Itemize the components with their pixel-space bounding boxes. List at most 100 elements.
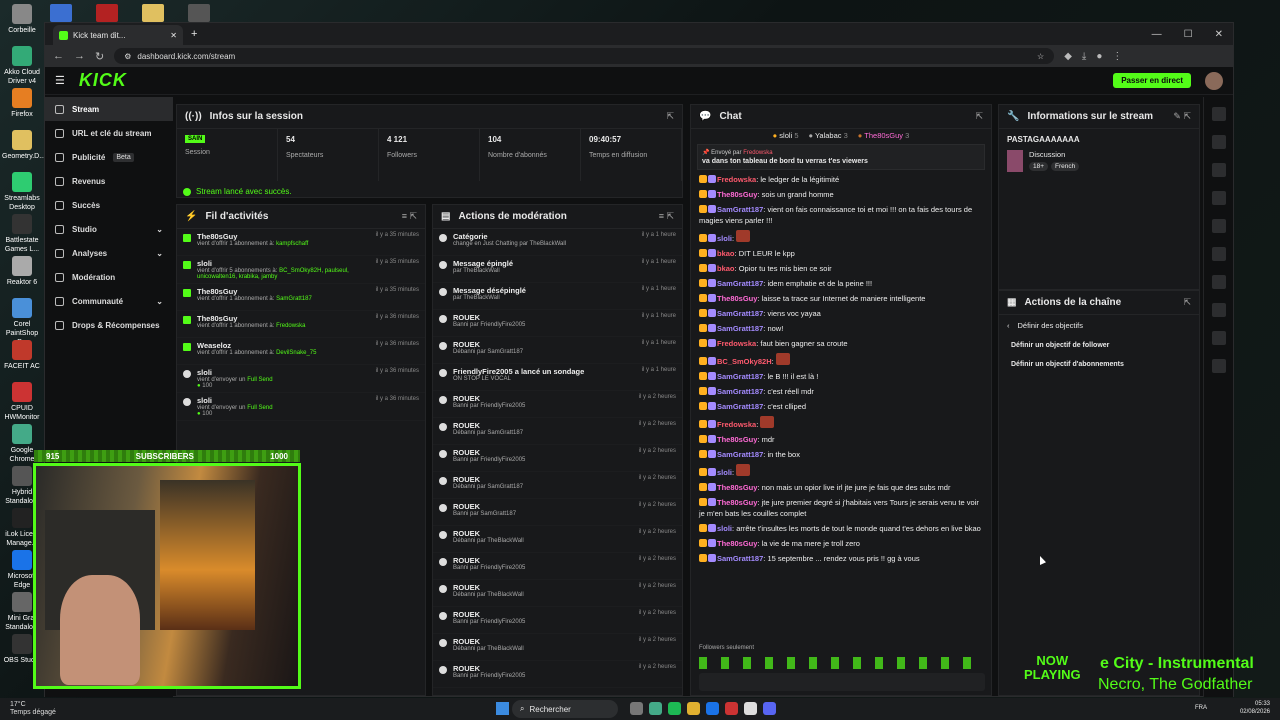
sidebar-item[interactable]: Drops & Récompenses	[45, 313, 173, 337]
activity-user[interactable]: The80sGuy	[197, 232, 308, 241]
app-icon[interactable]	[142, 4, 164, 22]
activity-target[interactable]: SamGratt187	[276, 296, 312, 302]
lightning-icon[interactable]	[1211, 191, 1226, 205]
chat-input[interactable]	[699, 673, 985, 691]
chat-username[interactable]: SamGratt187	[717, 324, 763, 333]
desktop-shortcut[interactable]: Akko Cloud Driver v4	[2, 46, 42, 86]
download-icon[interactable]: ⤓	[1082, 51, 1086, 62]
chat-username[interactable]: SamGratt187	[717, 402, 763, 411]
url-field[interactable]: ⚙ dashboard.kick.com/stream ☆	[114, 48, 1055, 64]
activity-user[interactable]: The80sGuy	[197, 314, 305, 323]
app-icon[interactable]	[96, 4, 118, 22]
discord-icon[interactable]	[763, 702, 776, 715]
sidebar-item[interactable]: Studio ⌄	[45, 217, 173, 241]
chat-username[interactable]: BC_SmOky82H	[717, 357, 772, 366]
chat-username[interactable]: The80sGuy	[717, 483, 757, 492]
activity-target[interactable]: Full Send	[247, 377, 272, 383]
desktop-shortcut[interactable]: CPUID HWMonitor	[2, 382, 42, 422]
chat-username[interactable]: The80sGuy	[717, 294, 757, 303]
sidebar-item[interactable]: Analyses ⌄	[45, 241, 173, 265]
desktop-shortcut[interactable]: Battlestate Games L...	[2, 214, 42, 254]
chat-username[interactable]: The80sGuy	[717, 190, 757, 199]
explorer-icon[interactable]	[687, 702, 700, 715]
profile-icon[interactable]: ●	[1096, 51, 1102, 62]
sidebar-item[interactable]: Stream	[45, 97, 173, 121]
set-follower-goal[interactable]: Définir un objectif de follower	[999, 336, 1199, 355]
sidebar-item[interactable]: Succès	[45, 193, 173, 217]
chat-username[interactable]: SamGratt187	[717, 372, 763, 381]
sidebar-item[interactable]: Revenus	[45, 169, 173, 193]
share-icon[interactable]	[1211, 359, 1226, 373]
sidebar-item[interactable]: Communauté ⌄	[45, 289, 173, 313]
chat-username[interactable]: SamGratt187	[717, 387, 763, 396]
grid-icon[interactable]	[1211, 303, 1226, 317]
kick-logo[interactable]: KICK	[79, 70, 127, 91]
filter-icon[interactable]: ≡ ⇱	[659, 211, 674, 222]
taskbar-search[interactable]: ⌕ Rechercher	[512, 700, 618, 718]
app-icon[interactable]	[50, 4, 72, 22]
filter-icon[interactable]: ≡ ⇱	[402, 211, 417, 222]
clock[interactable]: 05:33 02/08/2026	[1240, 700, 1270, 716]
edit-icon[interactable]	[1211, 135, 1226, 149]
avatar[interactable]	[1205, 71, 1223, 90]
broadcast-icon[interactable]	[1211, 275, 1226, 289]
chat-username[interactable]: Fredowska	[717, 339, 756, 348]
desktop-shortcut[interactable]: Streamlabs Desktop	[2, 172, 42, 212]
back-link[interactable]: ‹ Définir des objectifs	[999, 315, 1199, 336]
task-view-icon[interactable]	[630, 702, 643, 715]
activity-user[interactable]: sloli	[197, 396, 273, 405]
chat-username[interactable]: bkao	[717, 264, 735, 273]
chat-icon[interactable]	[1211, 247, 1226, 261]
activity-target[interactable]: Full Send	[247, 405, 272, 411]
edge-icon[interactable]	[706, 702, 719, 715]
close-tab-icon[interactable]: ✕	[170, 31, 177, 40]
desktop-shortcut[interactable]: Reaktor 6	[2, 256, 42, 287]
chat-username[interactable]: The80sGuy	[717, 435, 757, 444]
chat-username[interactable]: sloli	[717, 468, 732, 477]
bookmark-icon[interactable]: ☆	[1037, 52, 1044, 61]
activity-user[interactable]: The80sGuy	[197, 287, 312, 296]
menu-icon[interactable]: ⋮	[1112, 51, 1122, 62]
app-icon[interactable]	[744, 702, 757, 715]
popout-icon[interactable]: ⇱	[975, 111, 983, 122]
minimize-button[interactable]: —	[1152, 29, 1162, 40]
list-icon[interactable]	[1211, 219, 1226, 233]
chat-username[interactable]: bkao	[717, 249, 735, 258]
sidebar-item[interactable]: URL et clé du stream	[45, 121, 173, 145]
hamburger-icon[interactable]: ☰	[55, 74, 65, 87]
language-indicator[interactable]: FRA	[1195, 705, 1207, 711]
chrome-icon[interactable]	[649, 702, 662, 715]
new-tab-icon[interactable]: +	[191, 28, 197, 40]
chat-username[interactable]: SamGratt187	[717, 205, 763, 214]
spotify-icon[interactable]	[668, 702, 681, 715]
edit-icon[interactable]: ✎ ⇱	[1173, 111, 1191, 122]
chat-username[interactable]: SamGratt187	[717, 309, 763, 318]
browser-tab[interactable]: Kick team dit... ✕	[53, 25, 183, 45]
close-window-button[interactable]: ✕	[1215, 29, 1223, 40]
desktop-shortcut[interactable]: Firefox	[2, 88, 42, 119]
activity-user[interactable]: Weaseloz	[197, 341, 316, 350]
chat-username[interactable]: SamGratt187	[717, 279, 763, 288]
chat-username[interactable]: Fredowska	[717, 420, 756, 429]
activity-target[interactable]: DevilSnake_75	[276, 350, 316, 356]
desktop-shortcut[interactable]: Geometry.D...	[2, 130, 45, 161]
pinned-message[interactable]: 📌 Envoyé par Fredowska va dans ton table…	[697, 144, 985, 170]
forward-icon[interactable]: →	[74, 50, 85, 62]
activity-user[interactable]: sloli	[197, 259, 370, 268]
app-icon[interactable]	[725, 702, 738, 715]
chat-username[interactable]: The80sGuy	[717, 498, 757, 507]
weather-widget[interactable]: 17°C Temps dégagé	[0, 701, 56, 717]
sidebar-item[interactable]: Publicité Beta	[45, 145, 173, 169]
site-info-icon[interactable]: ⚙	[124, 52, 131, 61]
activity-target[interactable]: kampfschaff	[276, 241, 308, 247]
set-sub-goal[interactable]: Définir un objectif d'abonnements	[999, 355, 1199, 374]
crop-icon[interactable]	[1211, 163, 1226, 177]
wrench-icon[interactable]	[1211, 331, 1226, 345]
chat-username[interactable]: Fredowska	[717, 175, 756, 184]
popout-icon[interactable]: ⇱	[1183, 297, 1191, 308]
desktop-shortcut[interactable]: FACEIT AC	[2, 340, 42, 371]
chat-username[interactable]: sloli	[717, 234, 732, 243]
chat-username[interactable]: sloli	[717, 524, 732, 533]
desktop-shortcut[interactable]: Corbeille	[2, 4, 42, 35]
go-live-button[interactable]: Passer en direct	[1113, 73, 1191, 88]
